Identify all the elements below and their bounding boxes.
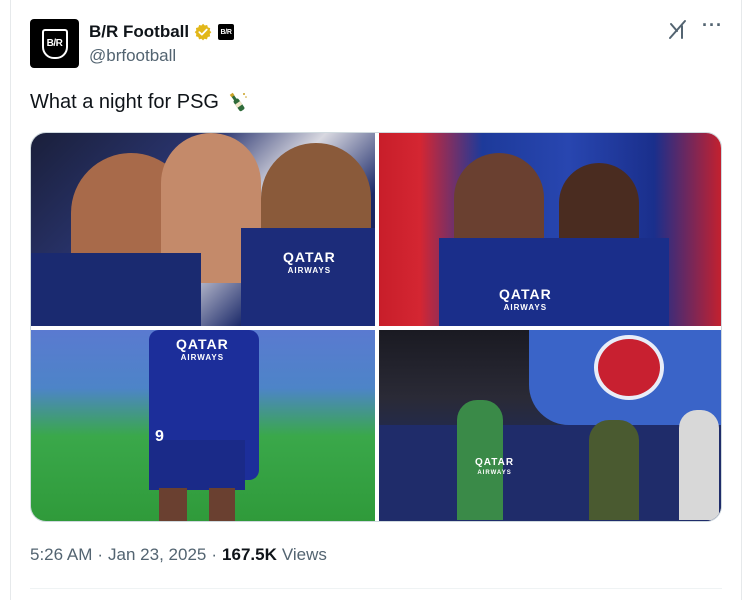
- affiliate-badge[interactable]: B/R: [218, 24, 235, 40]
- grok-icon[interactable]: [668, 18, 688, 40]
- views-count[interactable]: 167.5K: [222, 545, 277, 565]
- player-leg: [209, 488, 235, 521]
- avatar-text: B/R: [46, 38, 63, 49]
- name-row: B/R Football B/R: [89, 21, 235, 43]
- staff-figure: [589, 420, 639, 520]
- jersey: [439, 238, 669, 326]
- psg-crest: [594, 335, 664, 400]
- shirt-sponsor: QATAR AIRWAYS: [499, 286, 552, 312]
- shirt-sponsor: QATAR AIRWAYS: [475, 457, 515, 477]
- jersey: [241, 228, 375, 326]
- br-logo: B/R: [41, 28, 68, 59]
- photo-2[interactable]: QATAR AIRWAYS: [379, 133, 721, 326]
- photo-3[interactable]: QATAR AIRWAYS 9: [31, 330, 375, 521]
- separator: ·: [211, 545, 218, 564]
- tweet-header: B/R B/R Football B/R @brfootball ···: [30, 16, 730, 70]
- tweet-text: What a night for PSG: [30, 90, 219, 113]
- divider: [30, 588, 722, 589]
- photo-4[interactable]: QATAR AIRWAYS: [379, 330, 721, 521]
- jersey: [31, 253, 201, 326]
- separator: ·: [97, 545, 104, 564]
- timeline-border-right: [741, 0, 742, 600]
- tweet-body: What a night for PSG: [30, 90, 249, 114]
- player-leg: [159, 488, 187, 521]
- verified-badge-icon[interactable]: [194, 23, 212, 41]
- team-group: [379, 425, 721, 521]
- affiliate-badge-text: B/R: [220, 28, 232, 36]
- views-label[interactable]: Views: [282, 545, 327, 565]
- more-options-icon[interactable]: ···: [702, 16, 724, 40]
- avatar[interactable]: B/R: [30, 19, 79, 68]
- champagne-bottle-icon: [229, 92, 247, 112]
- shirt-sponsor: QATAR AIRWAYS: [283, 249, 336, 275]
- shirt-number: 9: [155, 428, 165, 445]
- photo-1[interactable]: QATAR AIRWAYS: [31, 133, 375, 326]
- timeline-border-left: [10, 0, 11, 600]
- tweet-meta: 5:26 AM · Jan 23, 2025 · 167.5K Views: [30, 545, 327, 565]
- tweet-date[interactable]: Jan 23, 2025: [108, 545, 206, 565]
- tweet-time[interactable]: 5:26 AM: [30, 545, 92, 565]
- handle[interactable]: @brfootball: [89, 46, 176, 66]
- shorts: [149, 440, 245, 490]
- staff-figure: [679, 410, 719, 520]
- shirt-sponsor: QATAR AIRWAYS: [176, 336, 229, 362]
- display-name[interactable]: B/R Football: [89, 22, 189, 42]
- media-grid: QATAR AIRWAYS QATAR AIRWAYS QATAR AIRWAY…: [30, 132, 722, 522]
